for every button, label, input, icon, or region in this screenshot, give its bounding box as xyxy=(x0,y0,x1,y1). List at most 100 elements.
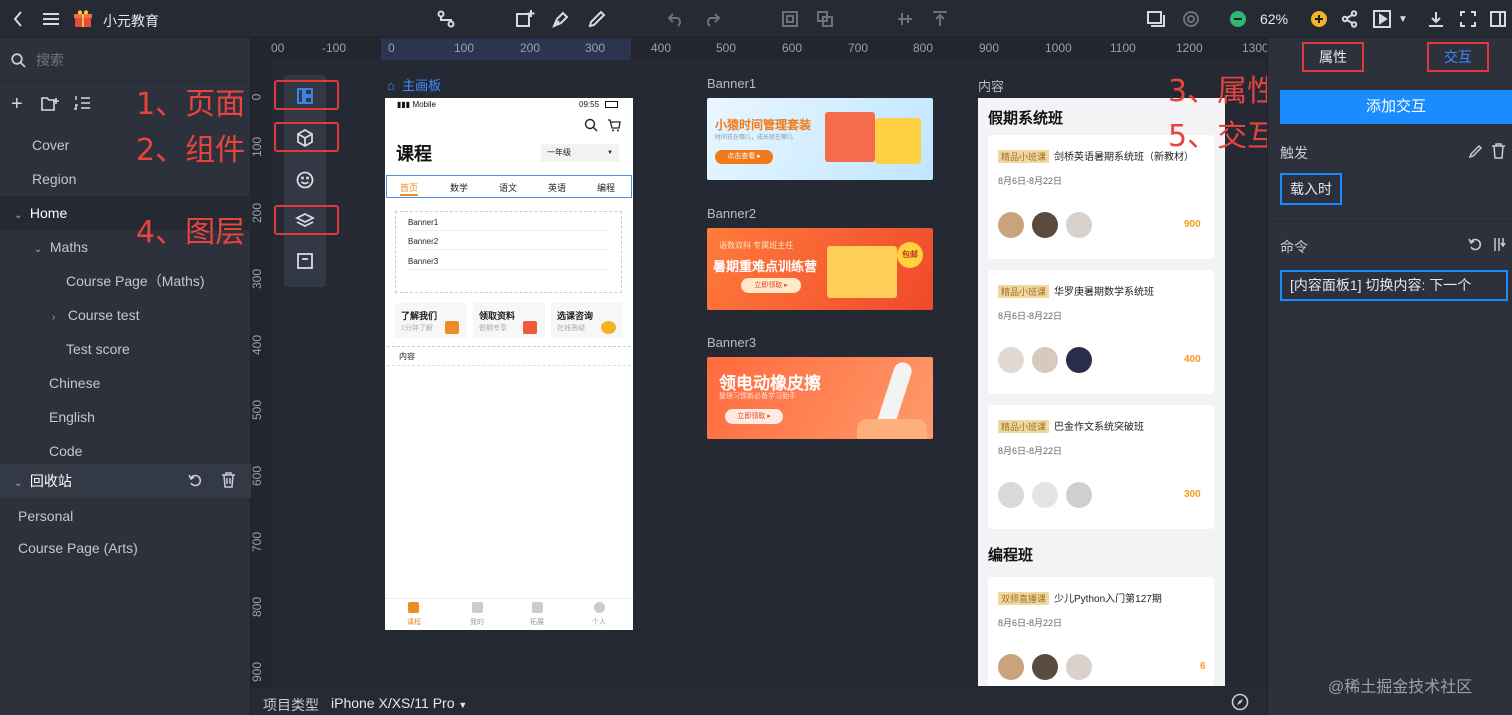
fullscreen-icon[interactable] xyxy=(1458,8,1478,30)
content-frame-label[interactable]: 内容 xyxy=(978,76,1004,95)
compass-icon[interactable] xyxy=(1231,693,1249,711)
course-card[interactable]: 精品小班课 华罗庚暑期数学系统班 8月6日-8月22日 400 xyxy=(988,270,1214,394)
search-input[interactable] xyxy=(36,50,236,70)
banner2-frame[interactable]: 语数双科 专属班主任 暑期重难点训练营 立即领取 ▸ 包邮 xyxy=(707,228,933,310)
search-icon[interactable] xyxy=(584,118,598,132)
phone-tab-maths[interactable]: 数学 xyxy=(450,181,468,194)
zoom-out-icon[interactable] xyxy=(1229,8,1247,30)
play-icon[interactable] xyxy=(1372,8,1392,30)
connect-icon[interactable] xyxy=(436,8,456,30)
watermark: @稀土掘金技术社区 xyxy=(1328,679,1473,696)
preview-frame-icon[interactable] xyxy=(1146,8,1166,30)
add-folder-icon[interactable] xyxy=(41,95,60,112)
share-icon[interactable] xyxy=(1340,8,1360,30)
quick-entry[interactable]: 了解我们 1分钟了解 xyxy=(395,303,467,338)
trash-icon[interactable] xyxy=(221,472,236,488)
align-top-icon[interactable] xyxy=(930,8,950,30)
trash-item-course-page-arts[interactable]: Course Page (Arts) xyxy=(0,531,251,565)
nav-expand[interactable]: 拓展 xyxy=(530,617,544,627)
phone-tab-chinese[interactable]: 语文 xyxy=(499,181,517,194)
avatar xyxy=(1032,482,1058,508)
banner3-button[interactable]: 立即领取 ▸ xyxy=(725,409,783,424)
trigger-onload-chip[interactable]: 载入时 xyxy=(1280,173,1342,205)
sort-icon[interactable] xyxy=(1492,237,1506,252)
target-icon[interactable] xyxy=(1181,8,1201,30)
panel-toggle-icon[interactable] xyxy=(1488,8,1508,30)
course-title: 精品小班课 华罗庚暑期数学系统班 xyxy=(998,283,1154,298)
banner3-frame-label[interactable]: Banner3 xyxy=(707,335,756,350)
add-interaction-button[interactable]: 添加交互 xyxy=(1280,90,1512,124)
content-panel-frame[interactable]: 假期系统班 精品小班课 剑桥英语暑期系统班（新教材） 8月6日-8月22日 900… xyxy=(978,98,1225,686)
avatar xyxy=(1032,347,1058,373)
banner1-frame-label[interactable]: Banner1 xyxy=(707,76,756,91)
align-middle-icon[interactable] xyxy=(895,8,915,30)
delete-icon[interactable] xyxy=(1491,143,1506,159)
tab-interaction[interactable]: 交互 xyxy=(1427,42,1489,72)
quick-entry[interactable]: 选课咨询 在线答疑 xyxy=(551,303,623,338)
expand-caret-icon[interactable]: ⌄ xyxy=(14,199,26,233)
redo-icon[interactable] xyxy=(702,8,722,30)
gift-icon xyxy=(523,321,537,334)
course-card[interactable]: 精品小班课 巴金作文系统突破班 8月6日-8月22日 300 xyxy=(988,405,1214,529)
cart-icon[interactable] xyxy=(607,118,621,132)
ruler-tick: 800 xyxy=(913,41,934,55)
expand-caret-icon[interactable]: ⌄ xyxy=(34,233,46,267)
play-dropdown-icon[interactable]: ▼ xyxy=(1397,8,1409,30)
page-chinese[interactable]: Chinese xyxy=(0,366,251,400)
page-maths-label: Maths xyxy=(49,239,89,255)
main-board-label[interactable]: ⌂ 主画板 xyxy=(387,75,441,94)
ungroup-icon[interactable] xyxy=(815,8,835,30)
add-frame-icon[interactable] xyxy=(515,8,535,30)
tab-property[interactable]: 属性 xyxy=(1302,42,1364,72)
nav-mine[interactable]: 我的 xyxy=(470,617,484,627)
page-test-score[interactable]: Test score xyxy=(0,332,251,366)
banner2-button[interactable]: 立即领取 ▸ xyxy=(741,278,801,293)
ruler-tick: 0 xyxy=(251,94,263,101)
nav-course[interactable]: 课程 xyxy=(407,617,421,627)
pen-tool-icon[interactable] xyxy=(551,8,571,30)
phone-tab-english[interactable]: 英语 xyxy=(548,181,566,194)
search-bar[interactable] xyxy=(0,38,251,82)
pencil-icon[interactable] xyxy=(587,8,607,30)
collapse-caret-icon[interactable]: › xyxy=(52,301,64,335)
restore-icon[interactable] xyxy=(188,473,203,488)
grade-select[interactable]: 一年级 ▼ xyxy=(541,144,619,162)
phone-content-slot[interactable]: 内容 xyxy=(387,346,631,366)
menu-icon[interactable] xyxy=(42,8,60,30)
expand-caret-icon[interactable]: ⌄ xyxy=(14,467,26,501)
course-card[interactable]: 双师直播课 少儿Python入门第127期 8月6日-8月22日 6 xyxy=(988,577,1214,686)
reset-icon[interactable] xyxy=(1468,237,1483,252)
emoji-tool-icon[interactable] xyxy=(295,170,315,190)
trash-item-personal[interactable]: Personal xyxy=(0,499,251,533)
ordered-list-icon[interactable] xyxy=(74,95,91,111)
master-tool-icon[interactable] xyxy=(295,251,315,271)
edit-icon[interactable] xyxy=(1468,144,1483,159)
command-item[interactable]: [内容面板1] 切换内容: 下一个 xyxy=(1280,270,1508,301)
course-tag: 精品小班课 xyxy=(998,150,1050,163)
download-icon[interactable] xyxy=(1426,8,1446,30)
page-course-test[interactable]: › Course test xyxy=(0,298,251,332)
undo-icon[interactable] xyxy=(666,8,686,30)
phone-tab-home[interactable]: 首页 xyxy=(400,181,419,196)
add-page-icon[interactable]: + xyxy=(11,93,23,116)
zoom-in-icon[interactable] xyxy=(1310,8,1328,30)
main-board-label-text: 主画板 xyxy=(402,78,442,93)
avatar xyxy=(998,212,1024,238)
back-icon[interactable] xyxy=(10,8,26,30)
page-code[interactable]: Code xyxy=(0,434,251,468)
banner1-frame[interactable]: 小猿时间管理套装 时间花在哪儿，成长就在哪儿 点击查看 ▸ xyxy=(707,98,933,180)
phone-tab-code[interactable]: 编程 xyxy=(597,181,615,194)
banner1-button[interactable]: 点击查看 ▸ xyxy=(715,150,773,164)
quick-entry[interactable]: 领取资料 假期专享 xyxy=(473,303,545,338)
banner3-frame[interactable]: 领电动橡皮擦 整理习惯新必备学习助手 立即领取 ▸ xyxy=(707,357,933,439)
group-icon[interactable] xyxy=(780,8,800,30)
banner2-frame-label[interactable]: Banner2 xyxy=(707,206,756,221)
device-select[interactable]: iPhone X/XS/11 Pro ▼ xyxy=(331,695,467,711)
main-board-phone[interactable]: ▮▮▮ Mobile 09:55 课程 一年级 ▼ 首页 数学 语文 英语 编程 … xyxy=(385,98,633,630)
banner1-title: 小猿时间管理套装 xyxy=(715,118,812,132)
nav-profile[interactable]: 个人 xyxy=(592,617,606,627)
page-course-page-maths[interactable]: Course Page（Maths) xyxy=(0,264,251,298)
phone-banner-slot[interactable]: Banner1 Banner2 Banner3 xyxy=(395,211,622,293)
page-english[interactable]: English xyxy=(0,400,251,434)
trash-section[interactable]: ⌄ 回收站 xyxy=(0,464,251,498)
